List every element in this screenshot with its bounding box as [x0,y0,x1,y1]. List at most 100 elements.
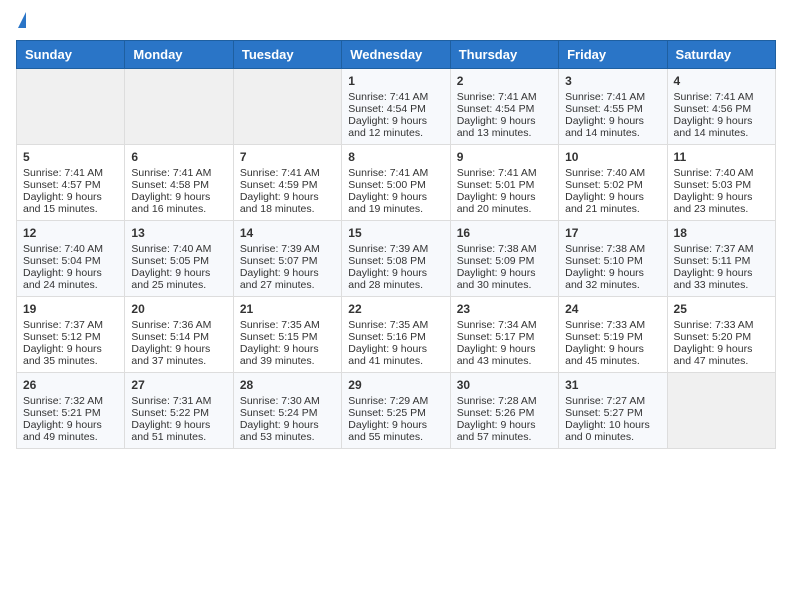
sunset-text: Sunset: 4:55 PM [565,103,660,115]
calendar-cell: 21Sunrise: 7:35 AMSunset: 5:15 PMDayligh… [233,297,341,373]
calendar-week-row: 12 Sunrise: 7:40 AM Sunset: 5:04 PM Dayligh… [17,221,776,297]
calendar-cell: 11Sunrise: 7:40 AMSunset: 5:03 PMDayligh… [667,145,775,221]
sunset-text: Sunset: 5:21 PM [23,407,118,419]
daylight-text: Daylight: 9 hours and 51 minutes. [131,419,226,443]
calendar-cell: 12Sunrise: 7:40 AMSunset: 5:04 PMDayligh… [17,221,125,297]
sunset-text: Sunset: 5:10 PM [565,255,660,267]
calendar-table: SundayMondayTuesdayWednesdayThursdayFrid… [16,40,776,449]
calendar-cell: 10Sunrise: 7:40 AMSunset: 5:02 PMDayligh… [559,145,667,221]
sunset-text: Sunset: 5:22 PM [131,407,226,419]
sunrise-text: Sunrise: 7:41 AM [23,167,118,179]
calendar-cell [233,69,341,145]
daylight-text: Daylight: 9 hours and 49 minutes. [23,419,118,443]
sunset-text: Sunset: 5:26 PM [457,407,552,419]
day-number: 3 [565,74,660,88]
day-number: 27 [131,378,226,392]
calendar-cell: 28Sunrise: 7:30 AMSunset: 5:24 PMDayligh… [233,373,341,449]
calendar-cell: 20Sunrise: 7:36 AMSunset: 5:14 PMDayligh… [125,297,233,373]
sunset-text: Sunset: 5:14 PM [131,331,226,343]
day-number: 18 [674,226,769,240]
day-number: 9 [457,150,552,164]
sunset-text: Sunset: 4:54 PM [348,103,443,115]
sunrise-text: Sunrise: 7:38 AM [457,243,552,255]
sunrise-text: Sunrise: 7:37 AM [23,319,118,331]
sunset-text: Sunset: 5:00 PM [348,179,443,191]
calendar-cell: 4 Sunrise: 7:41 AMSunset: 4:56 PMDaylight… [667,69,775,145]
sunrise-text: Sunrise: 7:30 AM [240,395,335,407]
sunrise-text: Sunrise: 7:41 AM [457,167,552,179]
daylight-text: Daylight: 9 hours and 21 minutes. [565,191,660,215]
sunset-text: Sunset: 5:11 PM [674,255,769,267]
page-header [16,16,776,28]
sunrise-text: Sunrise: 7:41 AM [240,167,335,179]
day-number: 11 [674,150,769,164]
daylight-text: Daylight: 9 hours and 12 minutes. [348,115,443,139]
daylight-text: Daylight: 9 hours and 53 minutes. [240,419,335,443]
day-number: 21 [240,302,335,316]
day-number: 2 [457,74,552,88]
daylight-text: Daylight: 9 hours and 32 minutes. [565,267,660,291]
daylight-text: Daylight: 9 hours and 15 minutes. [23,191,118,215]
sunset-text: Sunset: 5:24 PM [240,407,335,419]
weekday-header-wednesday: Wednesday [342,41,450,69]
sunrise-text: Sunrise: 7:41 AM [565,91,660,103]
day-number: 23 [457,302,552,316]
calendar-cell: 9Sunrise: 7:41 AMSunset: 5:01 PMDaylight… [450,145,558,221]
daylight-text: Daylight: 9 hours and 39 minutes. [240,343,335,367]
daylight-text: Daylight: 9 hours and 55 minutes. [348,419,443,443]
calendar-cell: 30Sunrise: 7:28 AMSunset: 5:26 PMDayligh… [450,373,558,449]
daylight-text: Daylight: 9 hours and 33 minutes. [674,267,769,291]
calendar-cell [17,69,125,145]
calendar-cell: 5Sunrise: 7:41 AMSunset: 4:57 PMDaylight… [17,145,125,221]
sunrise-text: Sunrise: 7:31 AM [131,395,226,407]
sunrise-text: Sunrise: 7:40 AM [565,167,660,179]
day-number: 10 [565,150,660,164]
day-number: 8 [348,150,443,164]
sunset-text: Sunset: 5:05 PM [131,255,226,267]
daylight-text: Daylight: 9 hours and 45 minutes. [565,343,660,367]
sunset-text: Sunset: 5:12 PM [23,331,118,343]
day-number: 4 [674,74,769,88]
calendar-cell: 3 Sunrise: 7:41 AMSunset: 4:55 PMDaylight… [559,69,667,145]
sunset-text: Sunset: 5:16 PM [348,331,443,343]
day-number: 17 [565,226,660,240]
daylight-text: Daylight: 9 hours and 25 minutes. [131,267,226,291]
sunrise-text: Sunrise: 7:41 AM [348,91,443,103]
sunrise-text: Sunrise: 7:28 AM [457,395,552,407]
calendar-cell: 16Sunrise: 7:38 AMSunset: 5:09 PMDayligh… [450,221,558,297]
weekday-header-thursday: Thursday [450,41,558,69]
daylight-text: Daylight: 9 hours and 47 minutes. [674,343,769,367]
sunset-text: Sunset: 4:56 PM [674,103,769,115]
day-number: 25 [674,302,769,316]
daylight-text: Daylight: 9 hours and 57 minutes. [457,419,552,443]
sunset-text: Sunset: 5:08 PM [348,255,443,267]
daylight-text: Daylight: 9 hours and 18 minutes. [240,191,335,215]
sunrise-text: Sunrise: 7:39 AM [240,243,335,255]
calendar-cell: 31Sunrise: 7:27 AMSunset: 5:27 PMDayligh… [559,373,667,449]
day-number: 12 [23,226,118,240]
calendar-week-row: 5Sunrise: 7:41 AMSunset: 4:57 PMDaylight… [17,145,776,221]
sunrise-text: Sunrise: 7:38 AM [565,243,660,255]
daylight-text: Daylight: 9 hours and 13 minutes. [457,115,552,139]
sunset-text: Sunset: 5:04 PM [23,255,118,267]
calendar-cell: 19Sunrise: 7:37 AMSunset: 5:12 PMDayligh… [17,297,125,373]
sunrise-text: Sunrise: 7:41 AM [131,167,226,179]
sunrise-text: Sunrise: 7:40 AM [131,243,226,255]
sunrise-text: Sunrise: 7:41 AM [674,91,769,103]
daylight-text: Daylight: 9 hours and 14 minutes. [674,115,769,139]
daylight-text: Daylight: 9 hours and 30 minutes. [457,267,552,291]
calendar-week-row: 19Sunrise: 7:37 AMSunset: 5:12 PMDayligh… [17,297,776,373]
calendar-cell: 2Sunrise: 7:41 AMSunset: 4:54 PMDaylight… [450,69,558,145]
day-number: 1 [348,74,443,88]
sunset-text: Sunset: 5:07 PM [240,255,335,267]
sunset-text: Sunset: 4:59 PM [240,179,335,191]
daylight-text: Daylight: 9 hours and 14 minutes. [565,115,660,139]
daylight-text: Daylight: 9 hours and 28 minutes. [348,267,443,291]
weekday-header-tuesday: Tuesday [233,41,341,69]
daylight-text: Daylight: 9 hours and 23 minutes. [674,191,769,215]
sunset-text: Sunset: 4:57 PM [23,179,118,191]
day-number: 26 [23,378,118,392]
sunrise-text: Sunrise: 7:41 AM [348,167,443,179]
calendar-cell: 24Sunrise: 7:33 AMSunset: 5:19 PMDayligh… [559,297,667,373]
calendar-cell: 22Sunrise: 7:35 AMSunset: 5:16 PMDayligh… [342,297,450,373]
